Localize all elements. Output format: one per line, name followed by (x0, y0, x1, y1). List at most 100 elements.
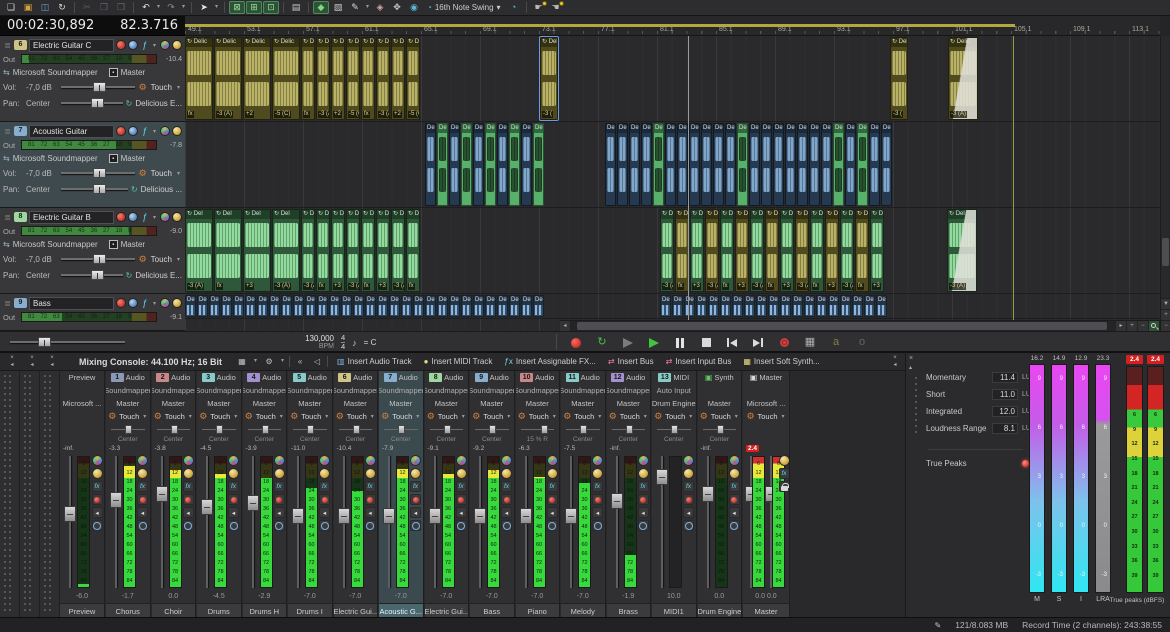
audio-clip[interactable]: De (696, 295, 707, 317)
record-arm-button[interactable] (183, 494, 194, 505)
scrub-tool-icon[interactable]: ☛ (531, 1, 547, 14)
save-icon[interactable]: ◫ (37, 1, 53, 14)
input-echo-knob[interactable] (160, 212, 170, 222)
audio-clip[interactable]: De (869, 123, 880, 206)
drag-handle-icon[interactable]: ≣ (3, 299, 12, 308)
audio-clip[interactable]: ↻ Del-3 (A) (705, 209, 719, 292)
fx-bypass-icon[interactable]: ƒ (140, 126, 149, 136)
audio-clip[interactable]: De (485, 295, 496, 317)
solo-button[interactable] (365, 520, 376, 531)
pan-slider[interactable] (61, 181, 128, 197)
input-name[interactable]: Soundmapper (516, 384, 560, 397)
audio-clip[interactable]: De (437, 123, 448, 206)
automation-mode[interactable]: Touch (301, 412, 321, 421)
collapse-icon[interactable]: ◂ (50, 362, 53, 369)
audio-clip[interactable]: De (461, 295, 472, 317)
audio-clip[interactable]: ↻ Delic-5 (C) (346, 37, 360, 120)
fx-button[interactable]: fx (274, 481, 285, 492)
audio-clip[interactable]: De (749, 123, 760, 206)
audio-clip[interactable]: De (245, 295, 256, 317)
input-echo-knob[interactable] (638, 455, 649, 466)
input-echo-knob[interactable] (160, 40, 170, 50)
automation-gear-icon[interactable]: ⚙ (198, 411, 208, 422)
bus-selector[interactable]: ▪Master (109, 240, 145, 249)
audio-clip[interactable]: De (425, 295, 436, 317)
automation-gear-icon[interactable]: ⚙ (289, 411, 299, 422)
chevron-down-icon[interactable]: ▾ (187, 413, 194, 420)
audio-clip[interactable]: ↻ Del+3 (243, 209, 271, 292)
snap-tool-icon[interactable]: ◆ (313, 1, 329, 14)
track-name-input[interactable]: Electric Guitar C (29, 39, 114, 52)
fader-handle[interactable] (110, 492, 122, 508)
strip-name[interactable]: Electric Gui... (425, 603, 469, 618)
chevron-down-icon[interactable]: ▾ (323, 413, 330, 420)
transport-record-button[interactable] (566, 334, 586, 351)
audio-clip[interactable]: De (425, 123, 436, 206)
record-arm-button[interactable] (116, 212, 126, 222)
transport-play-button[interactable] (644, 334, 664, 351)
automation-gear-icon[interactable]: ⚙ (426, 411, 436, 422)
automation-gear-icon[interactable]: ⚙ (653, 411, 663, 422)
audio-clip[interactable]: De (185, 295, 196, 317)
input-gain-knob[interactable] (172, 298, 182, 308)
close-icon[interactable]: × (893, 355, 897, 362)
collapsed-dock[interactable] (20, 371, 40, 618)
automation-mode[interactable]: Touch (151, 83, 172, 92)
fader-handle[interactable] (247, 495, 259, 511)
pattern-tool-icon[interactable]: ⊡ (263, 1, 279, 14)
pan-handle[interactable] (580, 425, 587, 434)
automation-gear-icon[interactable]: ⚙ (138, 168, 148, 179)
output-name[interactable]: Master (288, 397, 332, 410)
audio-clip[interactable]: De (257, 295, 268, 317)
mute-button[interactable]: ◂ (410, 507, 421, 518)
audio-clip[interactable]: ↻ Delic-3 (A) (948, 37, 978, 120)
fader-handle[interactable] (702, 486, 714, 502)
audio-clip[interactable]: De (785, 123, 796, 206)
chevron-down-icon[interactable]: ▾ (642, 413, 649, 420)
chevron-down-icon[interactable]: ▾ (175, 256, 182, 263)
volume-slider[interactable] (61, 79, 135, 95)
fx-button[interactable]: fx (92, 481, 103, 492)
audio-clip[interactable]: ↻ Del+3 (376, 209, 390, 292)
audio-clip[interactable]: ↻ Del+3 (331, 209, 345, 292)
channel-fader[interactable] (428, 456, 442, 588)
strip-name[interactable]: Acoustic G... (379, 603, 423, 618)
channel-fader[interactable] (63, 456, 77, 588)
mute-button[interactable]: ◂ (729, 507, 740, 518)
fx-bypass-icon[interactable]: ƒ (140, 298, 149, 308)
input-name[interactable]: Soundmapper (470, 384, 514, 397)
solo-button[interactable] (501, 520, 512, 531)
audio-clip[interactable]: De (641, 123, 652, 206)
mute-button[interactable]: ◂ (274, 507, 285, 518)
record-arm-button[interactable] (729, 494, 740, 505)
automation-gear-icon[interactable]: ⚙ (153, 411, 163, 422)
input-gain-knob[interactable] (547, 468, 558, 479)
audio-clip[interactable]: De (744, 295, 755, 317)
solo-button[interactable] (92, 520, 103, 531)
audio-clip[interactable]: De (509, 123, 520, 206)
transport-play-pause-button[interactable] (618, 334, 638, 351)
chevron-down-icon[interactable]: ▾ (460, 413, 467, 420)
collapse-icon[interactable]: ▴ (909, 364, 912, 371)
audio-clip[interactable]: De (701, 123, 712, 206)
fx-chain-name[interactable]: Delicious ... (141, 185, 182, 194)
strip-name[interactable]: Master (743, 603, 789, 618)
input-gain-knob[interactable] (172, 126, 182, 136)
input-name[interactable]: Soundmapper (197, 384, 241, 397)
audio-clip[interactable]: ↻ Del-3 (A) (391, 209, 405, 292)
pan-handle[interactable] (626, 425, 633, 434)
mute-button[interactable]: ◂ (228, 507, 239, 518)
collapse-icon[interactable]: ◂ (30, 362, 33, 369)
fx-bypass-icon[interactable]: ƒ (140, 212, 149, 222)
transport-go-to-end-button[interactable] (748, 334, 768, 351)
smart-tool-chevron[interactable]: ▾ (213, 1, 220, 14)
automation-mode[interactable]: Touch (483, 412, 503, 421)
solo-button[interactable] (274, 520, 285, 531)
pan-handle[interactable] (444, 425, 451, 434)
audio-clip[interactable]: De (629, 123, 640, 206)
output-device[interactable]: Microsoft Soundmapper (13, 240, 98, 249)
fader-handle[interactable] (383, 508, 395, 524)
solo-button[interactable] (592, 520, 603, 531)
timeline-tool-icon[interactable]: ▤ (288, 1, 304, 14)
fx-chain-name[interactable]: Delicious E... (135, 271, 182, 280)
